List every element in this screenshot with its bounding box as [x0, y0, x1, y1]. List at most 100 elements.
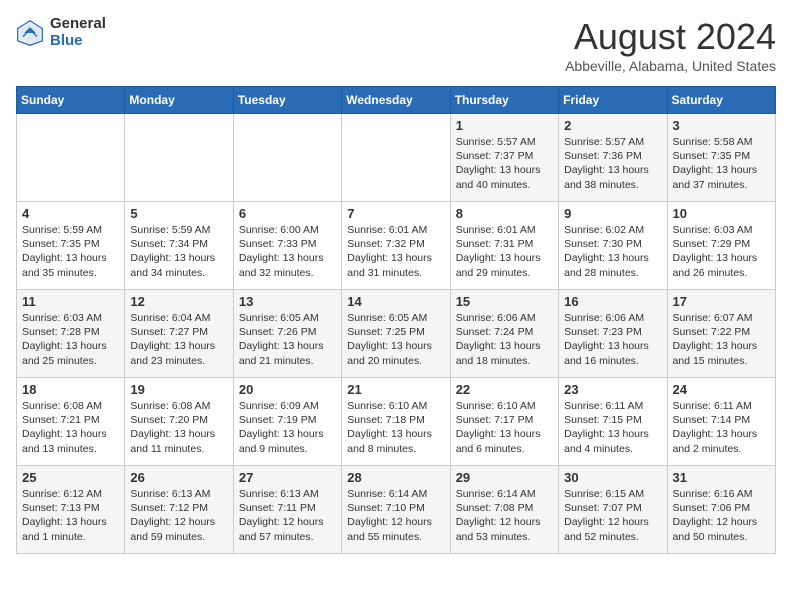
- day-info: Sunrise: 6:11 AM Sunset: 7:15 PM Dayligh…: [564, 399, 661, 456]
- day-number: 27: [239, 470, 336, 485]
- day-number: 30: [564, 470, 661, 485]
- calendar-header-monday: Monday: [125, 87, 233, 114]
- day-info: Sunrise: 6:05 AM Sunset: 7:25 PM Dayligh…: [347, 311, 444, 368]
- calendar-header-wednesday: Wednesday: [342, 87, 450, 114]
- day-number: 21: [347, 382, 444, 397]
- day-number: 26: [130, 470, 227, 485]
- day-number: 13: [239, 294, 336, 309]
- calendar-cell: 9Sunrise: 6:02 AM Sunset: 7:30 PM Daylig…: [559, 202, 667, 290]
- calendar-cell: 1Sunrise: 5:57 AM Sunset: 7:37 PM Daylig…: [450, 114, 558, 202]
- day-number: 14: [347, 294, 444, 309]
- day-info: Sunrise: 6:04 AM Sunset: 7:27 PM Dayligh…: [130, 311, 227, 368]
- month-title: August 2024: [565, 16, 776, 58]
- day-info: Sunrise: 5:58 AM Sunset: 7:35 PM Dayligh…: [673, 135, 770, 192]
- calendar-cell: 21 Sunrise: 6:10 AM Sunset: 7:18 PM Dayli…: [342, 378, 450, 466]
- calendar-cell: 4Sunrise: 5:59 AM Sunset: 7:35 PM Daylig…: [17, 202, 125, 290]
- calendar-cell: 19 Sunrise: 6:08 AM Sunset: 7:20 PM Dayli…: [125, 378, 233, 466]
- day-number: 10: [673, 206, 770, 221]
- logo-general-text: General: [50, 16, 106, 33]
- calendar-cell: 26Sunrise: 6:13 AM Sunset: 7:12 PM Dayli…: [125, 466, 233, 554]
- calendar-cell: 6 Sunrise: 6:00 AM Sunset: 7:33 PM Daylig…: [233, 202, 341, 290]
- day-number: 25: [22, 470, 119, 485]
- day-number: 17: [673, 294, 770, 309]
- calendar-cell: 17 Sunrise: 6:07 AM Sunset: 7:22 PM Dayli…: [667, 290, 775, 378]
- day-number: 8: [456, 206, 553, 221]
- calendar-cell: 27 Sunrise: 6:13 AM Sunset: 7:11 PM Dayli…: [233, 466, 341, 554]
- calendar-cell: 14 Sunrise: 6:05 AM Sunset: 7:25 PM Dayli…: [342, 290, 450, 378]
- calendar-cell: 22Sunrise: 6:10 AM Sunset: 7:17 PM Dayli…: [450, 378, 558, 466]
- day-number: 5: [130, 206, 227, 221]
- day-info: Sunrise: 6:09 AM Sunset: 7:19 PM Dayligh…: [239, 399, 336, 456]
- day-number: 11: [22, 294, 119, 309]
- day-number: 16: [564, 294, 661, 309]
- day-info: Sunrise: 6:06 AM Sunset: 7:24 PM Dayligh…: [456, 311, 553, 368]
- calendar-cell: 25 Sunrise: 6:12 AM Sunset: 7:13 PM Dayli…: [17, 466, 125, 554]
- calendar-header-saturday: Saturday: [667, 87, 775, 114]
- calendar-cell: 2 Sunrise: 5:57 AM Sunset: 7:36 PM Daylig…: [559, 114, 667, 202]
- page-header: General Blue August 2024 Abbeville, Alab…: [16, 16, 776, 74]
- day-number: 18: [22, 382, 119, 397]
- day-info: Sunrise: 6:02 AM Sunset: 7:30 PM Dayligh…: [564, 223, 661, 280]
- day-number: 12: [130, 294, 227, 309]
- calendar-week-4: 18Sunrise: 6:08 AM Sunset: 7:21 PM Dayli…: [17, 378, 776, 466]
- day-number: 6: [239, 206, 336, 221]
- day-info: Sunrise: 6:10 AM Sunset: 7:18 PM Dayligh…: [347, 399, 444, 456]
- day-number: 24: [673, 382, 770, 397]
- calendar-week-3: 11Sunrise: 6:03 AM Sunset: 7:28 PM Dayli…: [17, 290, 776, 378]
- day-number: 28: [347, 470, 444, 485]
- day-info: Sunrise: 6:00 AM Sunset: 7:33 PM Dayligh…: [239, 223, 336, 280]
- calendar-cell: 24 Sunrise: 6:11 AM Sunset: 7:14 PM Dayli…: [667, 378, 775, 466]
- calendar-cell: 13 Sunrise: 6:05 AM Sunset: 7:26 PM Dayli…: [233, 290, 341, 378]
- calendar-header-sunday: Sunday: [17, 87, 125, 114]
- title-block: August 2024 Abbeville, Alabama, United S…: [565, 16, 776, 74]
- logo-blue-text: Blue: [50, 33, 106, 50]
- day-info: Sunrise: 5:59 AM Sunset: 7:35 PM Dayligh…: [22, 223, 119, 280]
- day-info: Sunrise: 5:57 AM Sunset: 7:37 PM Dayligh…: [456, 135, 553, 192]
- calendar-week-1: 1Sunrise: 5:57 AM Sunset: 7:37 PM Daylig…: [17, 114, 776, 202]
- logo: General Blue: [16, 16, 106, 49]
- calendar-header-tuesday: Tuesday: [233, 87, 341, 114]
- day-number: 2: [564, 118, 661, 133]
- day-info: Sunrise: 6:11 AM Sunset: 7:14 PM Dayligh…: [673, 399, 770, 456]
- logo-icon: [16, 19, 44, 47]
- day-info: Sunrise: 6:13 AM Sunset: 7:11 PM Dayligh…: [239, 487, 336, 544]
- day-info: Sunrise: 6:05 AM Sunset: 7:26 PM Dayligh…: [239, 311, 336, 368]
- day-number: 19: [130, 382, 227, 397]
- day-info: Sunrise: 6:03 AM Sunset: 7:29 PM Dayligh…: [673, 223, 770, 280]
- day-number: 20: [239, 382, 336, 397]
- calendar-cell: 15 Sunrise: 6:06 AM Sunset: 7:24 PM Dayli…: [450, 290, 558, 378]
- logo-text: General Blue: [50, 16, 106, 49]
- calendar-cell: 30 Sunrise: 6:15 AM Sunset: 7:07 PM Dayli…: [559, 466, 667, 554]
- day-info: Sunrise: 6:12 AM Sunset: 7:13 PM Dayligh…: [22, 487, 119, 544]
- day-number: 23: [564, 382, 661, 397]
- calendar-cell: 16 Sunrise: 6:06 AM Sunset: 7:23 PM Dayli…: [559, 290, 667, 378]
- calendar-cell: [17, 114, 125, 202]
- calendar-week-2: 4Sunrise: 5:59 AM Sunset: 7:35 PM Daylig…: [17, 202, 776, 290]
- calendar-cell: 31Sunrise: 6:16 AM Sunset: 7:06 PM Dayli…: [667, 466, 775, 554]
- calendar-cell: [342, 114, 450, 202]
- calendar-cell: [233, 114, 341, 202]
- calendar-cell: [125, 114, 233, 202]
- day-info: Sunrise: 6:07 AM Sunset: 7:22 PM Dayligh…: [673, 311, 770, 368]
- calendar-cell: 28Sunrise: 6:14 AM Sunset: 7:10 PM Dayli…: [342, 466, 450, 554]
- location: Abbeville, Alabama, United States: [565, 58, 776, 74]
- day-info: Sunrise: 6:15 AM Sunset: 7:07 PM Dayligh…: [564, 487, 661, 544]
- day-info: Sunrise: 5:57 AM Sunset: 7:36 PM Dayligh…: [564, 135, 661, 192]
- day-number: 31: [673, 470, 770, 485]
- calendar-cell: 3 Sunrise: 5:58 AM Sunset: 7:35 PM Daylig…: [667, 114, 775, 202]
- calendar-cell: 23 Sunrise: 6:11 AM Sunset: 7:15 PM Dayli…: [559, 378, 667, 466]
- day-info: Sunrise: 6:14 AM Sunset: 7:08 PM Dayligh…: [456, 487, 553, 544]
- calendar-cell: 10 Sunrise: 6:03 AM Sunset: 7:29 PM Dayli…: [667, 202, 775, 290]
- calendar-cell: 29Sunrise: 6:14 AM Sunset: 7:08 PM Dayli…: [450, 466, 558, 554]
- day-number: 7: [347, 206, 444, 221]
- calendar-cell: 8Sunrise: 6:01 AM Sunset: 7:31 PM Daylig…: [450, 202, 558, 290]
- calendar-cell: 5Sunrise: 5:59 AM Sunset: 7:34 PM Daylig…: [125, 202, 233, 290]
- calendar-week-5: 25 Sunrise: 6:12 AM Sunset: 7:13 PM Dayli…: [17, 466, 776, 554]
- calendar-cell: 12 Sunrise: 6:04 AM Sunset: 7:27 PM Dayli…: [125, 290, 233, 378]
- day-info: Sunrise: 6:08 AM Sunset: 7:20 PM Dayligh…: [130, 399, 227, 456]
- day-number: 15: [456, 294, 553, 309]
- day-number: 3: [673, 118, 770, 133]
- day-number: 22: [456, 382, 553, 397]
- day-info: Sunrise: 6:06 AM Sunset: 7:23 PM Dayligh…: [564, 311, 661, 368]
- calendar-header-row: SundayMondayTuesdayWednesdayThursdayFrid…: [17, 87, 776, 114]
